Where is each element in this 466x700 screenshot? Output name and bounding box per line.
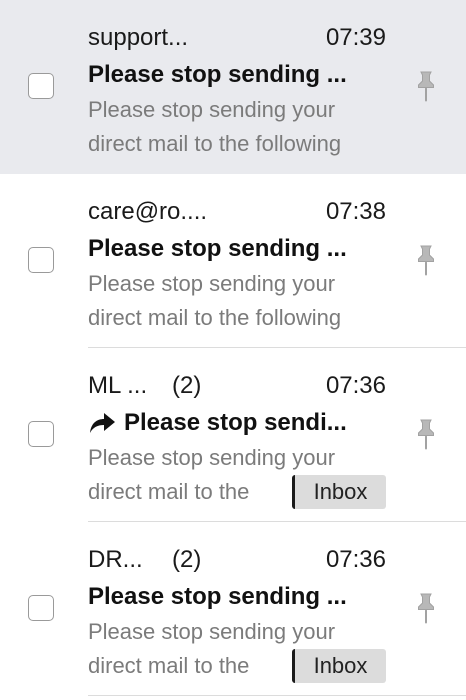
message-row[interactable]: DR... (2) 07:36 Please stop sending ... … bbox=[0, 522, 466, 696]
preview-line: Please stop sending your bbox=[88, 97, 336, 122]
preview-line: Please stop sending your bbox=[88, 271, 336, 296]
subject-text: Please stop sendi... bbox=[124, 409, 347, 436]
sender-name: care@ro.... bbox=[88, 198, 208, 225]
preview-line: Please stop sending your bbox=[88, 445, 336, 470]
folder-badge: Inbox bbox=[292, 649, 386, 683]
reply-arrow-icon bbox=[90, 413, 115, 433]
subject-text: Please stop sending ... bbox=[88, 583, 347, 610]
pin-icon[interactable] bbox=[414, 592, 438, 626]
message-time: 07:39 bbox=[325, 24, 386, 51]
message-checkbox[interactable] bbox=[28, 595, 54, 621]
sender-name: support... bbox=[88, 24, 189, 51]
message-subject: Please stop sending ... bbox=[88, 581, 386, 613]
message-preview: Please stop sending your direct mail to … bbox=[88, 615, 386, 683]
message-row[interactable]: support... 07:39 Please stop sending ...… bbox=[0, 0, 466, 174]
message-content[interactable]: care@ro.... 07:38 Please stop sending ..… bbox=[88, 198, 386, 335]
pin-icon[interactable] bbox=[414, 418, 438, 452]
message-header: ML ... (2) 07:36 bbox=[88, 372, 386, 404]
message-preview: Please stop sending your direct mail to … bbox=[88, 93, 386, 161]
sender-name: DR... bbox=[88, 546, 143, 573]
subject-text: Please stop sending ... bbox=[88, 235, 347, 262]
pin-icon[interactable] bbox=[414, 244, 438, 278]
message-content[interactable]: DR... (2) 07:36 Please stop sending ... … bbox=[88, 546, 386, 683]
preview-line: direct mail to the following bbox=[88, 131, 342, 156]
preview-line: Please stop sending your bbox=[88, 619, 336, 644]
preview-line: direct mail to the following bbox=[88, 305, 342, 330]
message-time: 07:36 bbox=[325, 372, 386, 399]
subject-text: Please stop sending ... bbox=[88, 61, 347, 88]
sender-name: ML ... bbox=[88, 372, 148, 399]
message-header: DR... (2) 07:36 bbox=[88, 546, 386, 578]
message-row[interactable]: care@ro.... 07:38 Please stop sending ..… bbox=[0, 174, 466, 348]
message-subject: Please stop sending ... bbox=[88, 233, 386, 265]
message-subject: Please stop sendi... bbox=[88, 407, 386, 439]
pin-icon[interactable] bbox=[414, 70, 438, 104]
message-checkbox[interactable] bbox=[28, 421, 54, 447]
message-list: support... 07:39 Please stop sending ...… bbox=[0, 0, 466, 700]
message-content[interactable]: ML ... (2) 07:36 Please stop sendi... Pl… bbox=[88, 372, 386, 509]
message-header: care@ro.... 07:38 bbox=[88, 198, 386, 230]
message-time: 07:36 bbox=[325, 546, 386, 573]
message-preview: Please stop sending your direct mail to … bbox=[88, 267, 386, 335]
message-subject: Please stop sending ... bbox=[88, 59, 386, 91]
message-preview: Please stop sending your direct mail to … bbox=[88, 441, 386, 509]
folder-badge: Inbox bbox=[292, 475, 386, 509]
thread-count: (2) bbox=[172, 372, 202, 399]
thread-count: (2) bbox=[172, 546, 202, 573]
message-time: 07:38 bbox=[325, 198, 386, 225]
message-content[interactable]: support... 07:39 Please stop sending ...… bbox=[88, 24, 386, 161]
message-checkbox[interactable] bbox=[28, 247, 54, 273]
row-divider bbox=[88, 695, 466, 696]
message-header: support... 07:39 bbox=[88, 24, 386, 56]
message-row[interactable]: ML ... (2) 07:36 Please stop sendi... Pl… bbox=[0, 348, 466, 522]
message-checkbox[interactable] bbox=[28, 73, 54, 99]
